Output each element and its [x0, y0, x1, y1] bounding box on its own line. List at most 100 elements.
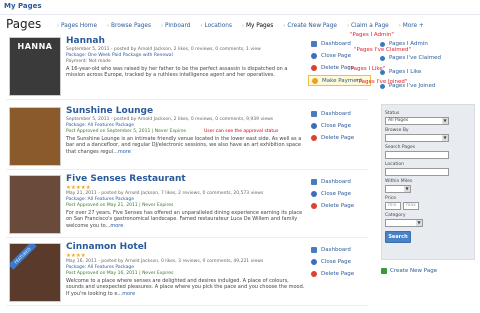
delete-icon — [311, 271, 317, 277]
action-label: Close Page — [321, 53, 352, 59]
close-icon — [311, 53, 317, 59]
within-miles-select[interactable]: ▼ — [385, 185, 411, 193]
nav-item-pages-home[interactable]: › Pages Home — [52, 23, 102, 29]
chevron-right-icon: › — [57, 23, 59, 29]
more-link[interactable]: more — [118, 149, 131, 155]
listing-description: Welcome to a place where senses are deli… — [66, 278, 306, 297]
action-label: Delete Page — [321, 271, 355, 277]
listing-thumbnail[interactable] — [9, 175, 61, 234]
search-button[interactable]: Search — [385, 231, 411, 243]
create-new-page-label: Create New Page — [390, 268, 438, 274]
browse-select[interactable]: ▼ — [385, 134, 449, 142]
delete-page-button[interactable]: Delete Page — [311, 268, 371, 280]
dashboard-icon — [311, 41, 317, 47]
payment-status: Payment: Not made — [66, 59, 111, 64]
location-input[interactable] — [385, 168, 449, 176]
delete-page-button[interactable]: Delete Page — [311, 200, 371, 212]
description-text: Welcome to a place where senses are deli… — [66, 278, 305, 297]
listing-row: FEATURED Cinnamon Hotel ★★★★ May 16, 2011 -… — [6, 240, 368, 306]
listing-row: HANNA Hannah September 5, 2011 - posted by… — [6, 34, 371, 100]
nav-item-browse-pages[interactable]: › Browse Pages — [102, 23, 156, 29]
chevron-right-icon: › — [161, 23, 164, 29]
nav-item-label: Locations — [204, 23, 232, 29]
category-select[interactable]: ▼ — [385, 219, 423, 227]
nav-item-pinboard[interactable]: › Pinboard — [156, 23, 195, 29]
plus-icon — [381, 268, 387, 274]
description-text: The Sunshine Lounge is an intimate frien… — [66, 136, 302, 155]
dashboard-icon — [311, 111, 317, 117]
annotation-label: "Pages I've Joined" — [356, 79, 408, 85]
listing-title[interactable]: Five Senses Restaurant — [66, 174, 306, 185]
listing-row: Sunshine Lounge September 5, 2011 - poste… — [6, 104, 368, 170]
action-label: Dashboard — [321, 41, 351, 47]
dashboard-button[interactable]: Dashboard — [311, 244, 371, 256]
listing-title[interactable]: Sunshine Lounge — [66, 106, 306, 117]
nav-item-label: Browse Pages — [111, 23, 152, 29]
listing-row: Five Senses Restaurant ★★★★★ May 21, 2011 … — [6, 172, 368, 238]
nav-item-claim-a-page[interactable]: › Claim a Page — [342, 23, 394, 29]
create-new-page-link[interactable]: Create New Page — [381, 268, 437, 274]
status-select[interactable]: All Pages ▼ — [385, 117, 449, 125]
listing-info: Cinnamon Hotel ★★★★ May 16, 2011 - posted … — [66, 242, 306, 297]
delete-page-button[interactable]: Delete Page — [311, 132, 371, 144]
close-page-button[interactable]: Close Page — [311, 188, 371, 200]
chevron-right-icon: › — [241, 23, 244, 29]
user-icon — [380, 55, 385, 61]
action-label: Dashboard — [321, 111, 351, 117]
nav-item-create-new-page[interactable]: › Create New Page — [278, 23, 342, 29]
dashboard-icon — [311, 179, 317, 185]
listing-thumbnail[interactable]: FEATURED — [9, 243, 61, 302]
close-icon — [311, 123, 317, 129]
thumbnail-title: HANNA — [17, 42, 53, 51]
action-label: Delete Page — [321, 135, 355, 141]
nav-item-label: Pinboard — [165, 23, 191, 29]
listing-title[interactable]: Cinnamon Hotel — [66, 242, 306, 253]
user-link-3[interactable]: Pages I Like — [380, 65, 480, 79]
action-label: Close Page — [321, 191, 352, 197]
dashboard-icon — [311, 247, 317, 253]
listing-info: Hannah September 5, 2011 - posted by Arno… — [66, 36, 306, 79]
expiry-status: Never Expires — [154, 129, 187, 134]
approval-status: Post Approved on September 5, 2011 | Nev… — [66, 129, 306, 135]
listing-actions: Dashboard Close Page Delete Page — [311, 108, 371, 144]
nav-item-label: My Pages — [245, 23, 274, 29]
approved-date: Post Approved on May 16, 2011 — [66, 271, 138, 276]
listing-thumbnail[interactable] — [9, 107, 61, 166]
listing-title[interactable]: Hannah — [66, 36, 306, 47]
price-max-input[interactable]: max — [403, 202, 419, 210]
delete-icon — [311, 203, 317, 209]
user-link-2[interactable]: Pages I've Claimed — [380, 51, 480, 65]
more-link[interactable]: more — [122, 291, 135, 297]
description-text: A 16-year-old who was raised by her fath… — [66, 66, 288, 79]
search-input[interactable] — [385, 151, 449, 159]
nav-item-locations[interactable]: › Locations — [195, 23, 237, 29]
price-min-input[interactable]: min — [385, 202, 401, 210]
dashboard-button[interactable]: Dashboard — [311, 108, 371, 120]
page-breadcrumb[interactable]: My Pages — [4, 2, 42, 10]
nav-item-label: Pages Home — [61, 23, 98, 29]
chevron-down-icon: ▼ — [416, 220, 422, 226]
close-page-button[interactable]: Close Page — [311, 256, 371, 268]
action-label: Delete Page — [321, 203, 355, 209]
action-label: Close Page — [321, 123, 352, 129]
listing-description: The Sunshine Lounge is an intimate frien… — [66, 136, 306, 155]
action-label: Dashboard — [321, 179, 351, 185]
action-label: Dashboard — [321, 247, 351, 253]
more-link[interactable]: more — [110, 223, 123, 229]
expiry-status: Never Expires — [142, 271, 174, 276]
listing-info: Five Senses Restaurant ★★★★★ May 21, 2011 … — [66, 174, 306, 229]
annotation-label: "Pages I Like" — [348, 66, 386, 72]
listing-thumbnail[interactable]: HANNA — [9, 37, 61, 96]
approval-annotation: User can see the approval status — [204, 129, 279, 134]
action-label: Close Page — [321, 259, 352, 265]
listing-description: For over 27 years, Five Senses has offer… — [66, 210, 306, 229]
chevron-right-icon: › — [107, 23, 110, 29]
nav-item-more-[interactable]: › More + — [394, 23, 429, 29]
delete-icon — [311, 65, 317, 71]
approved-date: Post Approved on September 5, 2011 — [66, 129, 151, 134]
user-link-label: Pages I've Claimed — [389, 55, 441, 61]
annotation-label: "Pages I Admin" — [350, 32, 394, 38]
dashboard-button[interactable]: Dashboard — [311, 176, 371, 188]
close-page-button[interactable]: Close Page — [311, 120, 371, 132]
nav-item-my-pages[interactable]: › My Pages — [237, 23, 278, 29]
